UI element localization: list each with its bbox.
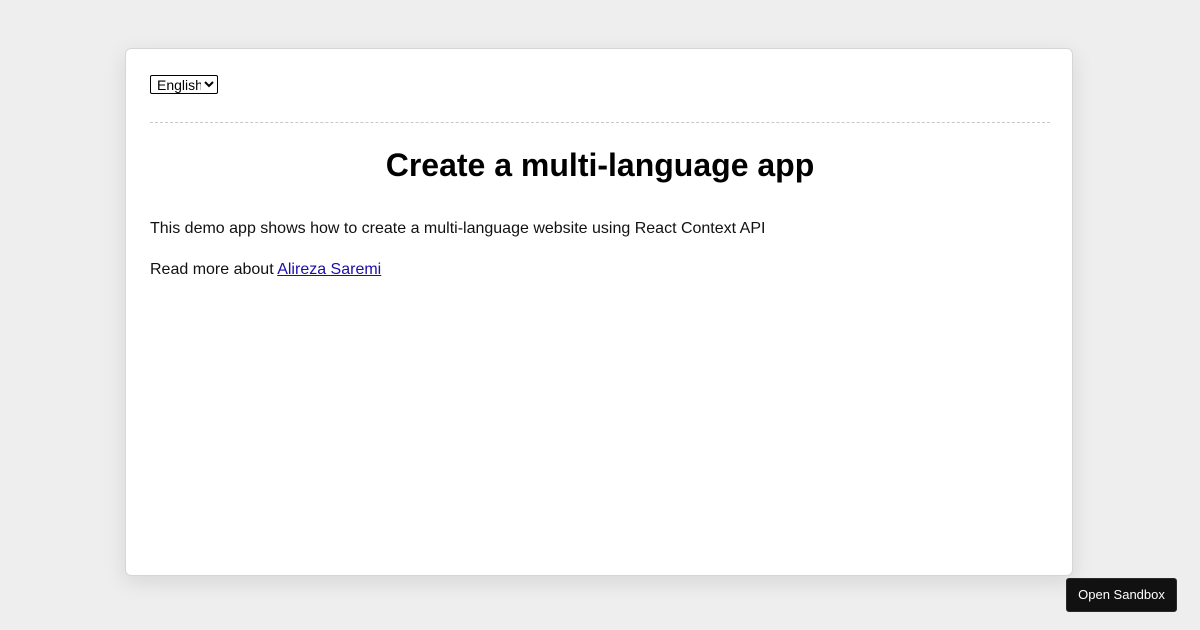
author-link[interactable]: Alireza Saremi xyxy=(277,261,381,278)
language-select[interactable]: English xyxy=(150,75,218,94)
open-sandbox-button[interactable]: Open Sandbox xyxy=(1066,578,1177,612)
page-title: Create a multi-language app xyxy=(385,147,815,183)
read-more-prefix: Read more about xyxy=(150,261,278,278)
read-more-line: Read more about Alireza Saremi xyxy=(150,259,381,281)
header-divider xyxy=(150,122,1050,123)
page-description: This demo app shows how to create a mult… xyxy=(150,220,766,237)
app-card: English Create a multi-language app This… xyxy=(125,48,1073,576)
